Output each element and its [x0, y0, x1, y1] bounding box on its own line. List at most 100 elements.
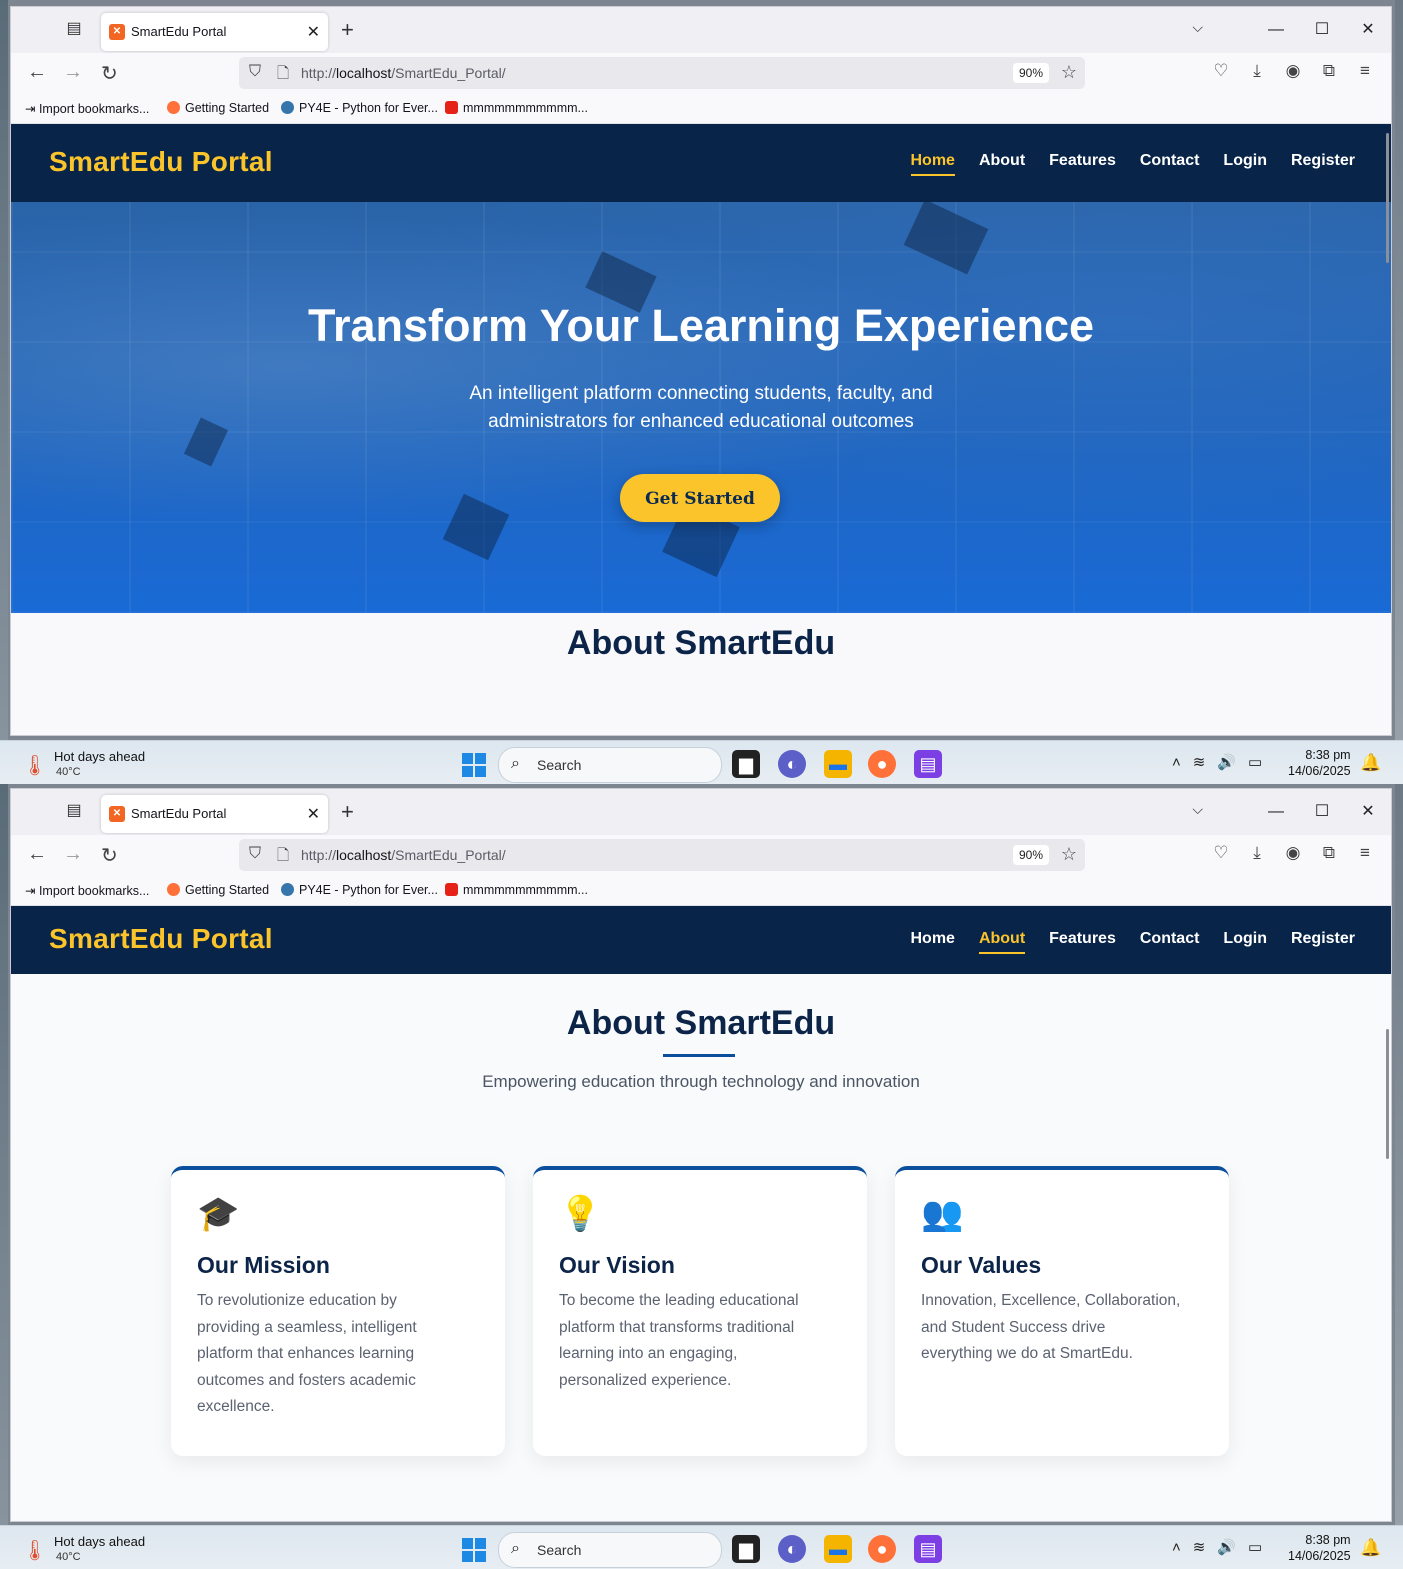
page-scrollbar[interactable]	[1386, 133, 1389, 263]
thermometer-icon[interactable]: 🌡	[22, 753, 47, 778]
new-tab-icon[interactable]: +	[341, 799, 354, 825]
notification-bell-icon[interactable]: 🔔	[1360, 1538, 1381, 1558]
bookmark-star-icon[interactable]: ☆	[1061, 62, 1077, 83]
nav-features[interactable]: Features	[1049, 930, 1116, 952]
nav-register[interactable]: Register	[1291, 152, 1355, 174]
file-explorer-icon[interactable]: ▬	[824, 1535, 852, 1563]
nav-contact[interactable]: Contact	[1140, 152, 1200, 174]
extensions-icon[interactable]: ⧉	[1311, 61, 1347, 81]
maximize-icon[interactable]: ☐	[1299, 7, 1345, 53]
battery-icon[interactable]: ▭	[1248, 754, 1262, 771]
windows-start-icon[interactable]	[462, 1538, 486, 1562]
zoom-badge[interactable]: 90%	[1012, 845, 1049, 865]
nav-home[interactable]: Home	[911, 930, 955, 952]
file-explorer-icon[interactable]: ▬	[824, 750, 852, 778]
account-icon[interactable]: ◉	[1275, 61, 1311, 81]
pocket-icon[interactable]: ♡	[1203, 61, 1239, 81]
extensions-icon[interactable]: ⧉	[1311, 843, 1347, 863]
close-window-icon[interactable]: ✕	[1345, 789, 1391, 835]
nav-contact[interactable]: Contact	[1140, 930, 1200, 952]
nav-features[interactable]: Features	[1049, 152, 1116, 174]
terminal-app-icon[interactable]: ▆	[732, 1535, 760, 1563]
weather-temp[interactable]: 40°C	[56, 1551, 81, 1563]
tab-list-icon[interactable]: ▤	[63, 801, 85, 821]
bookmark-py4e[interactable]: PY4E - Python for Ever...	[281, 883, 438, 897]
media-app-icon[interactable]: ▤	[914, 750, 942, 778]
volume-icon[interactable]: 🔊	[1217, 754, 1236, 771]
nav-login[interactable]: Login	[1223, 152, 1267, 174]
weather-temp[interactable]: 40°C	[56, 766, 81, 778]
close-tab-icon[interactable]: ✕	[307, 22, 320, 42]
teams-app-icon[interactable]: ◐	[778, 750, 806, 778]
back-icon[interactable]: ←	[27, 843, 47, 866]
close-tab-icon[interactable]: ✕	[307, 804, 320, 824]
browser-tab[interactable]: ✕ SmartEdu Portal ✕	[101, 13, 328, 51]
download-icon[interactable]: ⤓	[1239, 843, 1275, 863]
volume-icon[interactable]: 🔊	[1217, 1539, 1236, 1556]
notification-bell-icon[interactable]: 🔔	[1360, 753, 1381, 773]
firefox-app-icon[interactable]: ●	[868, 1535, 896, 1563]
terminal-app-icon[interactable]: ▆	[732, 750, 760, 778]
shield-icon[interactable]: ⛉	[249, 845, 261, 863]
account-icon[interactable]: ◉	[1275, 843, 1311, 863]
chevron-up-icon[interactable]: ˄	[1172, 754, 1181, 771]
site-logo[interactable]: SmartEdu Portal	[49, 923, 273, 955]
media-app-icon[interactable]: ▤	[914, 1535, 942, 1563]
chevron-down-icon[interactable]: ⌵	[1192, 801, 1203, 818]
wifi-icon[interactable]: ≋	[1193, 1539, 1206, 1556]
url-text[interactable]: http://localhost/SmartEdu_Portal/	[301, 65, 506, 81]
browser-tab[interactable]: ✕ SmartEdu Portal ✕	[101, 795, 328, 833]
close-window-icon[interactable]: ✕	[1345, 7, 1391, 53]
thermometer-icon[interactable]: 🌡	[22, 1538, 47, 1563]
wifi-icon[interactable]: ≋	[1193, 754, 1206, 771]
download-icon[interactable]: ⤓	[1239, 61, 1275, 81]
windows-start-icon[interactable]	[462, 753, 486, 777]
bookmark-import[interactable]: ⇥ Import bookmarks...	[25, 101, 149, 116]
chevron-down-icon[interactable]: ⌵	[1192, 19, 1203, 36]
get-started-button[interactable]: Get Started	[620, 474, 780, 522]
taskbar-search[interactable]: ⌕ Search	[498, 1532, 722, 1568]
reload-icon[interactable]: ↻	[101, 843, 118, 868]
new-tab-icon[interactable]: +	[341, 17, 354, 43]
minimize-icon[interactable]: —	[1253, 789, 1299, 835]
nav-about[interactable]: About	[978, 930, 1026, 954]
zoom-badge[interactable]: 90%	[1012, 63, 1049, 83]
bookmark-star-icon[interactable]: ☆	[1061, 844, 1077, 865]
firefox-app-icon[interactable]: ●	[868, 750, 896, 778]
bookmark-youtube[interactable]: mmmmmmmmmmm...	[445, 101, 588, 115]
weather-title[interactable]: Hot days ahead	[54, 1534, 145, 1549]
bookmark-getting-started[interactable]: Getting Started	[167, 101, 269, 115]
bookmark-import[interactable]: ⇥ Import bookmarks...	[25, 883, 149, 898]
site-logo[interactable]: SmartEdu Portal	[49, 146, 273, 178]
nav-login[interactable]: Login	[1223, 930, 1267, 952]
url-bar[interactable]: ⛉ 🗋 http://localhost/SmartEdu_Portal/ 90…	[239, 57, 1085, 89]
nav-home[interactable]: Home	[910, 152, 955, 176]
bookmark-youtube[interactable]: mmmmmmmmmmm...	[445, 883, 588, 897]
page-icon[interactable]: 🗋	[277, 63, 289, 88]
page-scrollbar[interactable]	[1386, 1029, 1389, 1159]
chevron-up-icon[interactable]: ˄	[1172, 1539, 1181, 1556]
nav-about[interactable]: About	[979, 152, 1025, 174]
shield-icon[interactable]: ⛉	[249, 63, 261, 81]
teams-app-icon[interactable]: ◐	[778, 1535, 806, 1563]
nav-register[interactable]: Register	[1291, 930, 1355, 952]
reload-icon[interactable]: ↻	[101, 61, 118, 86]
back-icon[interactable]: ←	[27, 61, 47, 84]
minimize-icon[interactable]: —	[1253, 7, 1299, 53]
pocket-icon[interactable]: ♡	[1203, 843, 1239, 863]
weather-title[interactable]: Hot days ahead	[54, 749, 145, 764]
forward-icon[interactable]: →	[63, 843, 83, 866]
menu-icon[interactable]: ≡	[1347, 61, 1383, 81]
clock[interactable]: 8:38 pm 14/06/2025	[1288, 1532, 1351, 1564]
menu-icon[interactable]: ≡	[1347, 843, 1383, 863]
tab-list-icon[interactable]: ▤	[63, 19, 85, 39]
url-bar[interactable]: ⛉ 🗋 http://localhost/SmartEdu_Portal/ 90…	[239, 839, 1085, 871]
forward-icon[interactable]: →	[63, 61, 83, 84]
clock[interactable]: 8:38 pm 14/06/2025	[1288, 747, 1351, 779]
page-icon[interactable]: 🗋	[277, 845, 289, 870]
maximize-icon[interactable]: ☐	[1299, 789, 1345, 835]
bookmark-getting-started[interactable]: Getting Started	[167, 883, 269, 897]
url-text[interactable]: http://localhost/SmartEdu_Portal/	[301, 847, 506, 863]
taskbar-search[interactable]: ⌕ Search	[498, 747, 722, 783]
battery-icon[interactable]: ▭	[1248, 1539, 1262, 1556]
